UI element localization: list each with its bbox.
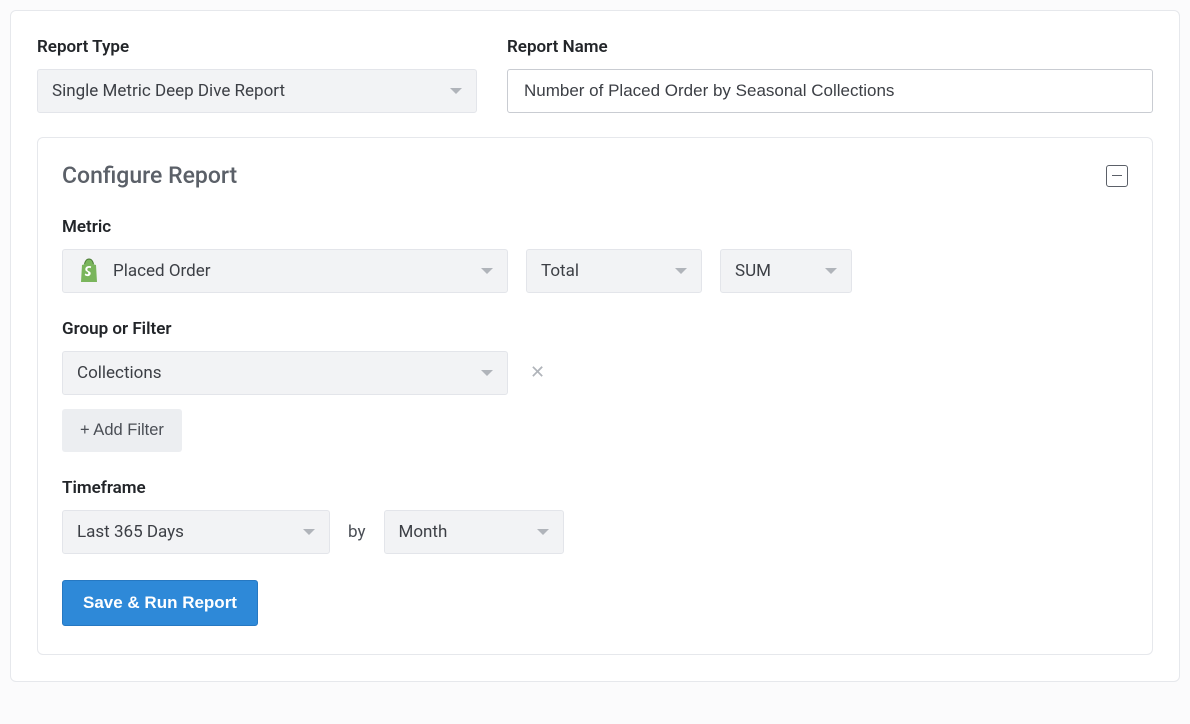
report-type-value: Single Metric Deep Dive Report xyxy=(52,81,285,101)
report-name-label: Report Name xyxy=(507,37,1153,57)
report-name-input[interactable] xyxy=(507,69,1153,113)
report-type-select[interactable]: Single Metric Deep Dive Report xyxy=(37,69,477,113)
timeframe-range-value: Last 365 Days xyxy=(77,522,184,542)
metric-aggregation-value: SUM xyxy=(735,261,771,281)
timeframe-range-select[interactable]: Last 365 Days xyxy=(62,510,330,554)
group-filter-value: Collections xyxy=(77,363,162,383)
chevron-down-icon xyxy=(481,370,493,376)
minus-icon xyxy=(1112,175,1122,177)
group-filter-select[interactable]: Collections xyxy=(62,351,508,395)
remove-filter-button[interactable]: ✕ xyxy=(526,360,549,386)
chevron-down-icon xyxy=(537,529,549,535)
metric-value: Placed Order xyxy=(113,261,210,281)
chevron-down-icon xyxy=(303,529,315,535)
collapse-toggle[interactable] xyxy=(1106,165,1128,187)
top-row: Report Type Single Metric Deep Dive Repo… xyxy=(37,37,1153,113)
by-label: by xyxy=(348,522,366,542)
shopify-bag-icon xyxy=(77,258,101,284)
metric-label: Metric xyxy=(62,217,1128,237)
chevron-down-icon xyxy=(450,88,462,94)
save-run-button[interactable]: Save & Run Report xyxy=(62,580,258,626)
report-builder-card: Report Type Single Metric Deep Dive Repo… xyxy=(10,10,1180,682)
chevron-down-icon xyxy=(825,268,837,274)
configure-title: Configure Report xyxy=(62,162,237,189)
group-filter-label: Group or Filter xyxy=(62,319,1128,339)
timeframe-bucket-value: Month xyxy=(399,522,448,542)
metric-scope-select[interactable]: Total xyxy=(526,249,702,293)
add-filter-button[interactable]: + Add Filter xyxy=(62,409,182,452)
chevron-down-icon xyxy=(675,268,687,274)
configure-report-panel: Configure Report Metric Placed Order xyxy=(37,137,1153,655)
report-type-label: Report Type xyxy=(37,37,477,57)
metric-select[interactable]: Placed Order xyxy=(62,249,508,293)
timeframe-bucket-select[interactable]: Month xyxy=(384,510,564,554)
chevron-down-icon xyxy=(481,268,493,274)
timeframe-label: Timeframe xyxy=(62,478,1128,498)
metric-aggregation-select[interactable]: SUM xyxy=(720,249,852,293)
metric-scope-value: Total xyxy=(541,261,579,281)
